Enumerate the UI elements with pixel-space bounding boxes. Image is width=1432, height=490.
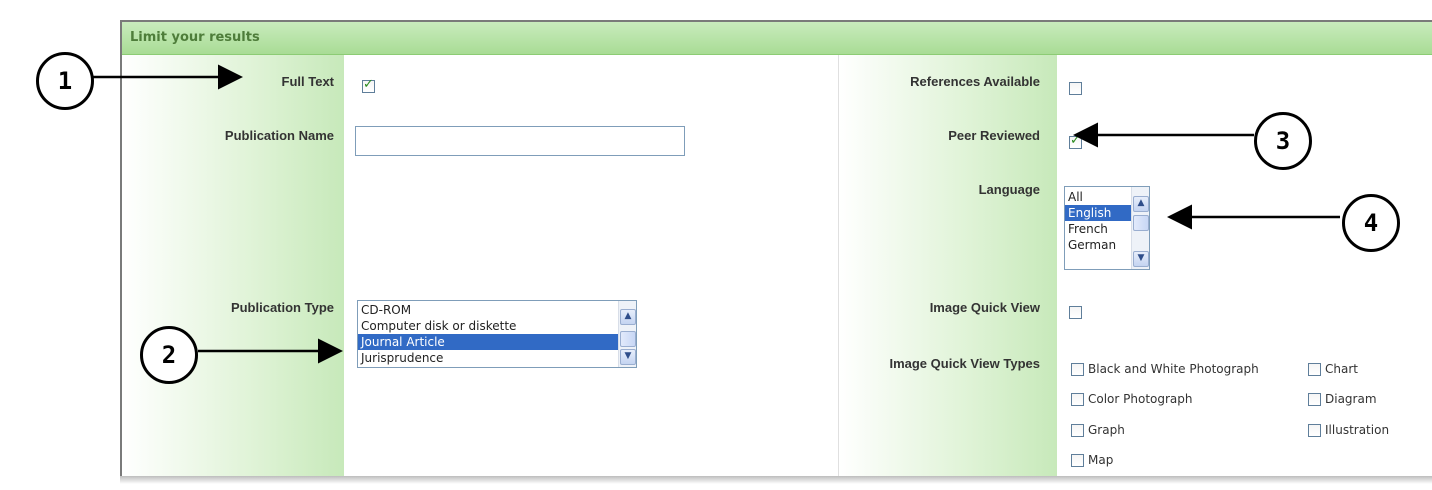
callout-1-circle: 1 [36,52,94,110]
callout-arrows [92,64,1340,364]
callout-4-circle: 4 [1342,194,1400,252]
callout-2-circle: 2 [140,326,198,384]
callout-3-circle: 3 [1254,112,1312,170]
